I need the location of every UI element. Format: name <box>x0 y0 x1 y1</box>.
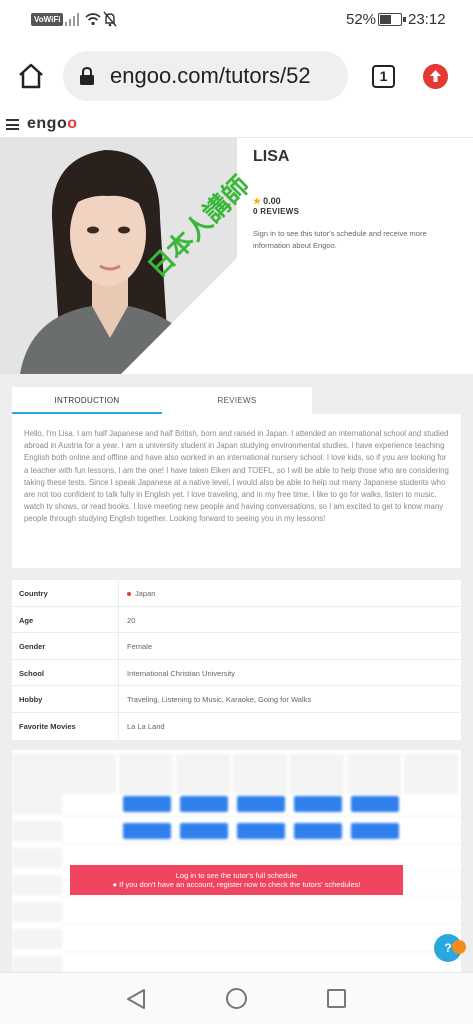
home-circle-icon[interactable] <box>226 988 247 1009</box>
detail-value: Female <box>127 642 153 652</box>
signin-note: Sign in to see this tutor's schedule and… <box>253 229 427 250</box>
tutor-name: LISA <box>253 148 290 165</box>
login-to-see-schedule-banner[interactable]: Log in to see the tutor's full schedule … <box>70 865 403 895</box>
login-banner-line2: ● If you don't have an account, register… <box>112 880 361 889</box>
battery-percentage: 52% <box>346 11 377 28</box>
detail-row-school: School International Christian Universit… <box>12 659 461 687</box>
notifications-off-icon <box>103 11 117 27</box>
login-banner-line1: Log in to see the tutor's full schedule <box>175 871 298 880</box>
detail-key: Age <box>19 615 34 625</box>
japan-flag-icon <box>127 592 131 597</box>
wifi-icon <box>85 13 101 26</box>
star-icon: ★ <box>253 196 262 206</box>
browser-toolbar: engoo.com/tutors/52 1 <box>0 40 473 112</box>
tab-reviews[interactable]: REVIEWS <box>162 387 312 414</box>
tutor-portrait-image <box>0 138 237 374</box>
hamburger-menu-icon[interactable] <box>6 119 19 130</box>
detail-value: Japan <box>127 589 155 598</box>
battery-icon <box>378 13 406 26</box>
detail-value: International Christian University <box>127 668 235 678</box>
tab-switcher-button[interactable]: 1 <box>372 65 395 88</box>
schedule-grid <box>12 750 461 972</box>
detail-value: 20 <box>127 615 136 625</box>
android-navigation-bar <box>0 972 473 1024</box>
tutor-details-table: Country Japan Age 20 Gender Female Schoo… <box>12 580 461 740</box>
help-question-icon: ? <box>444 941 452 955</box>
detail-row-favorite-movies: Favorite Movies La La Land <box>12 713 461 740</box>
upload-icon[interactable] <box>423 64 448 89</box>
detail-key: Hobby <box>19 695 43 705</box>
rating: ★ 0.00 <box>253 196 281 206</box>
detail-key: Favorite Movies <box>19 722 76 731</box>
tab-introduction[interactable]: INTRODUCTION <box>12 387 162 414</box>
profile-info-panel <box>237 138 473 374</box>
url-text: engoo.com/tutors/52 <box>110 63 311 88</box>
site-header: engoo <box>0 112 473 138</box>
introduction-text: Hello, I'm Lisa. I am half Japanese and … <box>24 429 449 524</box>
introduction-card: Hello, I'm Lisa. I am half Japanese and … <box>12 414 461 568</box>
reviews-count: 0 REVIEWS <box>253 207 300 216</box>
profile-tabs: INTRODUCTION REVIEWS <box>12 387 312 414</box>
mascot-icon <box>452 940 466 954</box>
schedule-blurred-preview <box>12 750 461 972</box>
vowifi-icon: VoWiFi <box>31 13 64 26</box>
detail-value: La La Land <box>127 722 165 731</box>
lock-icon <box>80 67 94 85</box>
detail-key: Country <box>19 589 48 598</box>
detail-row-age: Age 20 <box>12 606 461 634</box>
home-icon[interactable] <box>17 62 45 90</box>
back-icon[interactable] <box>126 988 146 1010</box>
signal-icon <box>65 13 79 26</box>
detail-value: Traveling, Listening to Music, Karaoke, … <box>127 695 312 705</box>
detail-row-country: Country Japan <box>12 580 461 607</box>
detail-key: Gender <box>19 642 46 652</box>
detail-row-hobby: Hobby Traveling, Listening to Music, Kar… <box>12 686 461 713</box>
status-bar: VoWiFi 52% 23:12 <box>0 0 473 40</box>
detail-row-gender: Gender Female <box>12 633 461 660</box>
engoo-logo[interactable]: engoo <box>27 115 78 133</box>
clock: 23:12 <box>408 11 446 28</box>
detail-key: School <box>19 668 45 678</box>
tutor-photo[interactable] <box>0 138 237 374</box>
help-chat-button[interactable]: ? <box>434 934 466 962</box>
recent-apps-icon[interactable] <box>327 989 346 1008</box>
address-bar[interactable]: engoo.com/tutors/52 <box>63 51 348 101</box>
